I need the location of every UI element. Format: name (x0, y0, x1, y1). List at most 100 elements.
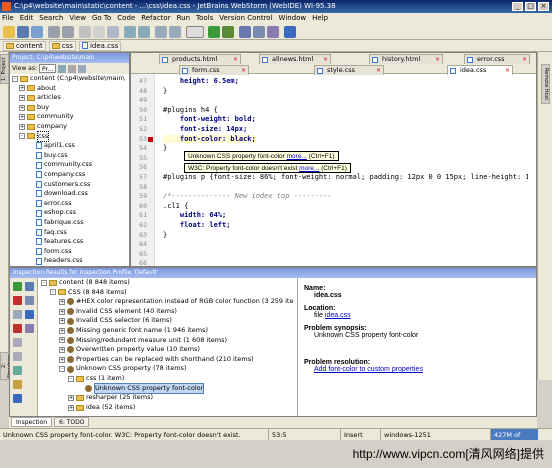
maximize-button[interactable]: □ (525, 2, 536, 11)
tree-file[interactable]: faq.css (10, 228, 129, 238)
tree-file[interactable]: community.css (10, 160, 129, 170)
tree-file[interactable]: april1.css (10, 141, 129, 151)
tree-folder[interactable]: + community (10, 112, 129, 122)
tree-file[interactable]: eshop.css (10, 208, 129, 218)
breadcrumb-file[interactable]: idea.css (78, 40, 122, 51)
stop-icon[interactable] (13, 324, 22, 333)
inspection-tree-item[interactable]: + #HEX color representation instead of RG… (38, 297, 297, 307)
close-tab-icon[interactable]: × (323, 55, 328, 64)
tree-folder[interactable]: + buy (10, 103, 129, 113)
close-button[interactable]: × (538, 2, 549, 11)
breadcrumb-content[interactable]: content (3, 40, 46, 51)
collapse-toggle-icon[interactable]: - (19, 133, 25, 140)
filter-icon[interactable] (25, 310, 34, 319)
more-link[interactable]: more... (299, 165, 319, 172)
tab-products-html[interactable]: products.html × (159, 54, 241, 64)
help-icon[interactable] (13, 394, 22, 403)
open-icon[interactable] (3, 26, 15, 38)
inspection-tree-item[interactable]: - CSS (8 848 items) (38, 288, 297, 298)
project-tool-tab[interactable]: 1: Project (0, 54, 9, 84)
menu-goto[interactable]: Go To (92, 13, 111, 24)
tree-file[interactable]: headers.css (10, 256, 129, 266)
menu-help[interactable]: Help (312, 13, 328, 24)
close-tab-icon[interactable]: × (233, 55, 238, 64)
tree-folder[interactable]: + articles (10, 93, 129, 103)
tree-file[interactable]: download.css (10, 189, 129, 199)
cut-icon[interactable] (79, 26, 91, 38)
tree-file[interactable]: form.css (10, 247, 129, 257)
menu-tools[interactable]: Tools (196, 13, 213, 24)
expand-toggle-icon[interactable]: + (68, 404, 74, 411)
inspection-tree-item[interactable]: + Invalid CSS element (40 items) (38, 307, 297, 317)
find-icon[interactable] (124, 26, 136, 38)
tab-inspection[interactable]: Inspection (11, 417, 52, 427)
menu-window[interactable]: Window (279, 13, 307, 24)
export-icon[interactable] (13, 310, 22, 319)
next-icon[interactable] (13, 352, 22, 361)
run-icon[interactable] (208, 26, 220, 38)
expand-toggle-icon[interactable]: + (59, 337, 65, 344)
tab-allnews-html[interactable]: allnews.html × (259, 54, 331, 64)
tree-root[interactable]: - content (C:\p4\website\main\ (10, 74, 129, 84)
menu-file[interactable]: File (2, 13, 14, 24)
structure-tool-tab[interactable]: 2: Structure (0, 352, 13, 380)
tree-file[interactable]: buy.css (10, 151, 129, 161)
remote-host-tab[interactable]: Remote Host (541, 64, 550, 104)
close-tab-icon[interactable]: × (435, 55, 440, 64)
error-marker-icon[interactable] (148, 136, 153, 142)
inspection-tree-item[interactable]: + Properties can be replaced with shortha… (38, 355, 297, 365)
resolution-link[interactable]: Add font-color to custom properties (314, 366, 423, 373)
menu-view[interactable]: View (69, 13, 86, 24)
inspection-tree-item-selected[interactable]: Unknown CSS property font-color (38, 382, 297, 395)
expand-toggle-icon[interactable]: + (59, 356, 65, 363)
inspection-tree-item[interactable]: + Invalid CSS selector (6 items) (38, 316, 297, 326)
group-icon[interactable] (25, 324, 34, 333)
rerun-icon[interactable] (13, 282, 22, 291)
tree-file[interactable]: error.css (10, 199, 129, 209)
expand-toggle-icon[interactable]: + (59, 346, 65, 353)
tree-folder-css[interactable]: - css (10, 130, 129, 143)
view-as-select[interactable]: Pr... (38, 64, 57, 73)
tab-history-html[interactable]: history.html × (369, 54, 443, 64)
expand-toggle-icon[interactable]: + (19, 123, 25, 130)
tab-error-css[interactable]: error.css × (464, 54, 530, 64)
menu-code[interactable]: Code (117, 13, 135, 24)
inspection-tree-item[interactable]: + Missing generic font name (1 946 items) (38, 326, 297, 336)
tree-folder[interactable]: + company (10, 122, 129, 132)
tree-folder[interactable]: + about (10, 84, 129, 94)
settings-icon[interactable] (78, 64, 87, 73)
tree-file[interactable]: features.css (10, 237, 129, 247)
edit-settings-icon[interactable] (13, 366, 22, 375)
expand-toggle-icon[interactable]: + (59, 327, 65, 334)
undo-icon[interactable] (48, 26, 60, 38)
vcs-icon[interactable] (267, 26, 279, 38)
sync-icon[interactable] (58, 64, 67, 73)
minimize-button[interactable]: _ (512, 2, 523, 11)
previous-icon[interactable] (13, 338, 22, 347)
breadcrumb-css[interactable]: css (48, 40, 76, 51)
expand-toggle-icon[interactable]: + (59, 298, 65, 305)
close-tab-icon[interactable]: × (522, 55, 527, 64)
menu-refactor[interactable]: Refactor (141, 13, 170, 24)
expand-toggle-icon[interactable]: + (19, 114, 25, 121)
expand-toggle-icon[interactable]: - (50, 289, 56, 296)
menu-run[interactable]: Run (177, 13, 190, 24)
location-link[interactable]: idea.css (325, 312, 351, 319)
sync-icon[interactable] (31, 26, 43, 38)
tree-file[interactable]: company.css (10, 170, 129, 180)
inspection-tree-item[interactable]: + Overwritten property value (10 items) (38, 345, 297, 355)
paste-icon[interactable] (107, 26, 119, 38)
expand-toggle-icon[interactable]: + (59, 318, 65, 325)
more-link[interactable]: more... (287, 153, 307, 160)
suppress-icon[interactable] (13, 380, 22, 389)
expand-toggle-icon[interactable]: - (41, 279, 47, 286)
menu-search[interactable]: Search (39, 13, 63, 24)
menu-version-control[interactable]: Version Control (219, 13, 272, 24)
settings-icon[interactable] (239, 26, 251, 38)
inspection-tree-item[interactable]: - content (8 848 items) (38, 278, 297, 288)
tree-file[interactable]: fabrique.css (10, 218, 129, 228)
expand-toggle-icon[interactable]: + (19, 85, 25, 92)
expand-toggle-icon[interactable]: + (59, 308, 65, 315)
menu-edit[interactable]: Edit (20, 13, 34, 24)
expand-toggle-icon[interactable]: + (19, 94, 25, 101)
